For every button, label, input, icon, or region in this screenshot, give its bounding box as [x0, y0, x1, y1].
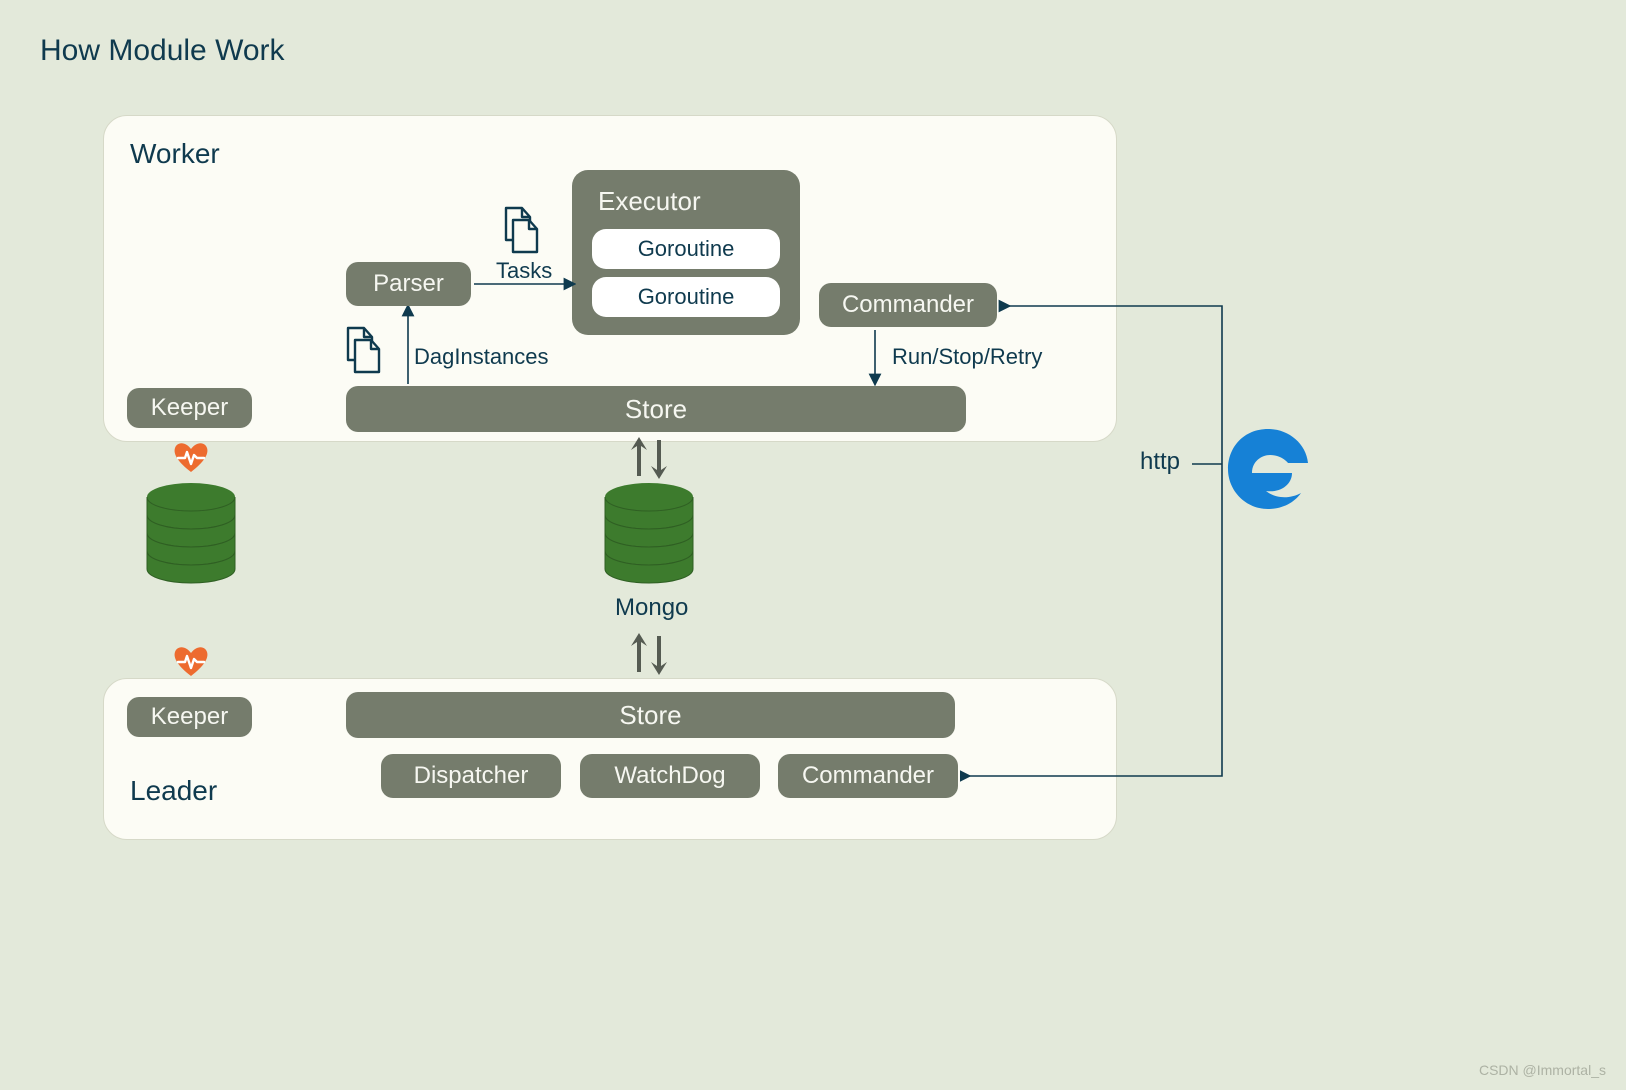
dispatcher-text: Dispatcher [414, 762, 529, 790]
daginstances-label: DagInstances [414, 344, 549, 370]
worker-store-text: Store [625, 394, 687, 425]
leader-keeper-box: Keeper [127, 697, 252, 737]
watermark: CSDN @Immortal_s [1479, 1062, 1606, 1078]
heart-icon-worker [172, 440, 210, 474]
database-icon-mongo [601, 482, 697, 592]
bidir-arrow-top [627, 436, 671, 480]
worker-keeper-box: Keeper [127, 388, 252, 428]
http-label: http [1140, 448, 1180, 476]
watchdog-box: WatchDog [580, 754, 760, 798]
database-icon-left [143, 482, 239, 592]
leader-commander-text: Commander [802, 762, 934, 790]
goroutine-2: Goroutine [592, 277, 780, 317]
tasks-files-icon [498, 206, 542, 256]
worker-commander-box: Commander [819, 283, 997, 327]
dag-files-icon [340, 326, 384, 376]
leader-keeper-text: Keeper [151, 703, 228, 731]
parser-box: Parser [346, 262, 471, 306]
leader-commander-box: Commander [778, 754, 958, 798]
leader-store-box: Store [346, 692, 955, 738]
bidir-arrow-bottom [627, 632, 671, 676]
worker-label: Worker [130, 138, 220, 170]
goroutine-1: Goroutine [592, 229, 780, 269]
worker-commander-text: Commander [842, 291, 974, 319]
arrow-parser-to-executor [472, 276, 576, 292]
executor-title: Executor [598, 186, 780, 217]
arrow-commander-to-store [866, 328, 884, 386]
diagram-title: How Module Work [40, 34, 285, 68]
worker-keeper-text: Keeper [151, 394, 228, 422]
arrow-store-to-parser [399, 306, 417, 386]
edge-browser-icon [1222, 423, 1314, 515]
executor-box: Executor Goroutine Goroutine [572, 170, 800, 335]
mongo-label: Mongo [615, 594, 688, 622]
worker-store-box: Store [346, 386, 966, 432]
heart-icon-leader [172, 644, 210, 678]
dispatcher-box: Dispatcher [381, 754, 561, 798]
leader-label: Leader [130, 775, 217, 807]
parser-text: Parser [373, 270, 444, 298]
leader-store-text: Store [619, 700, 681, 731]
watchdog-text: WatchDog [614, 762, 725, 790]
runstopretry-label: Run/Stop/Retry [892, 344, 1042, 370]
